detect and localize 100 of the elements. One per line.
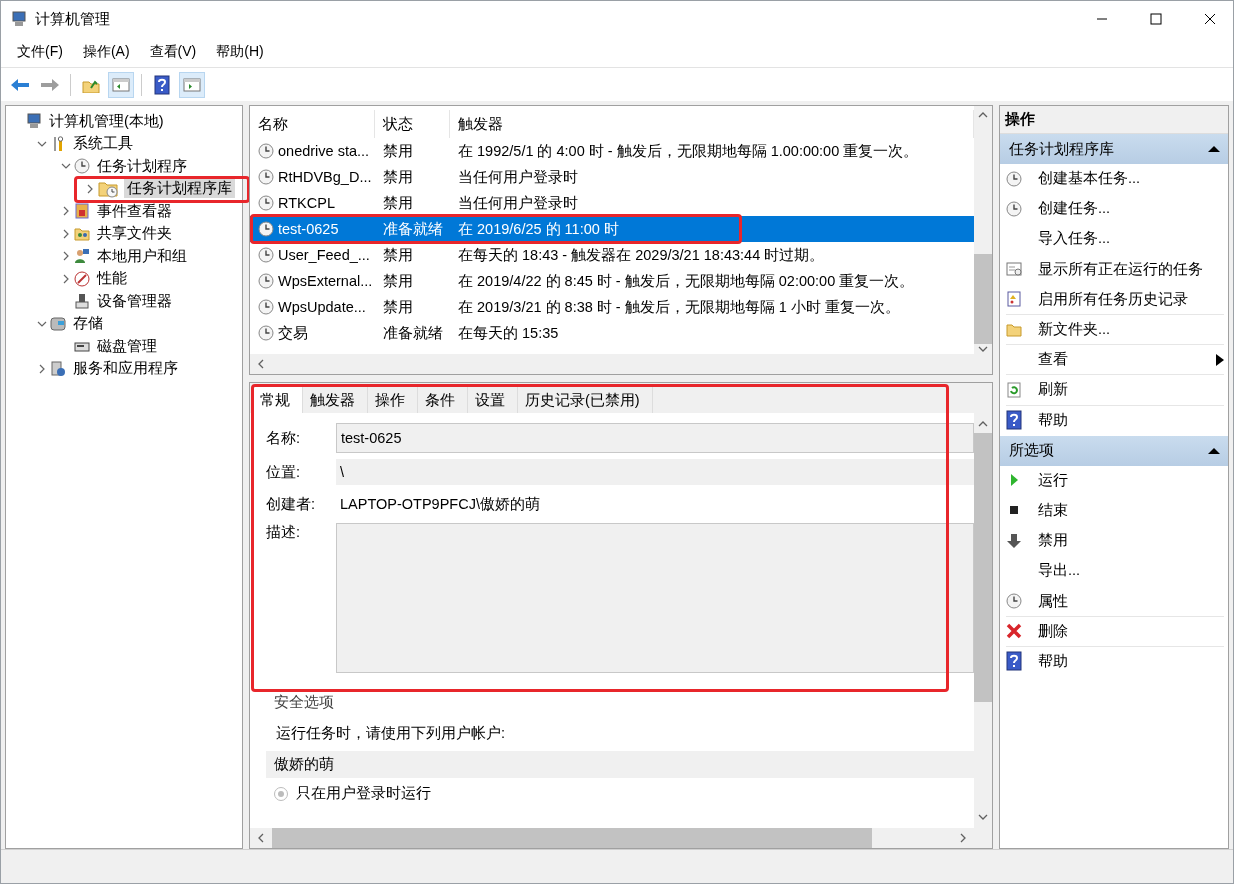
account-value: 傲娇的萌 [266, 751, 974, 778]
action-link[interactable]: 查看 [1038, 350, 1216, 370]
table-row[interactable]: RTKCPL 禁用 当任何用户登录时 [250, 190, 974, 216]
action-link[interactable]: 创建基本任务... [1038, 169, 1224, 189]
action-link[interactable]: 刷新 [1038, 380, 1224, 400]
field-label: 创建者: [266, 494, 317, 514]
close-icon [1204, 13, 1216, 25]
table-cell-text: 禁用 [382, 141, 414, 161]
tree-item[interactable]: 任务计划程序 [94, 156, 190, 176]
tree-item[interactable]: 服务和应用程序 [70, 359, 181, 379]
table-row[interactable]: WpsUpdate... 禁用 在 2019/3/21 的 8:38 时 - 触发后，无限期地每隔 1 小时 重复一次。 [250, 294, 974, 320]
field-label: 名称: [266, 428, 302, 448]
table-cell-text: 当任何用户登录时 [457, 167, 579, 187]
caret-icon[interactable] [1208, 145, 1220, 153]
action-link[interactable]: 导入任务... [1038, 229, 1224, 249]
section-header[interactable]: 所选项 [1000, 435, 1228, 466]
action-link[interactable]: 属性 [1038, 591, 1224, 611]
table-row[interactable]: WpsExternal... 禁用 在 2019/4/22 的 8:45 时 - 触发后，无限期地每隔 02:00:00 重复一次。 [250, 268, 974, 294]
tree-item[interactable]: 本地用户和组 [94, 246, 190, 266]
table-cell: RTKCPL [278, 195, 335, 211]
table-row[interactable]: test-0625 准备就绪 在 2019/6/25 的 11:00 时 [250, 216, 974, 242]
menu-item[interactable]: 操作(A) [72, 43, 140, 61]
submenu-arrow-icon[interactable] [1216, 353, 1224, 366]
table-row[interactable]: onedrive sta... 禁用 在 1992/5/1 的 4:00 时 - 触发后，无限期地每隔 1.00:00:00 重复一次。 [250, 138, 974, 164]
caret-icon[interactable] [1208, 446, 1220, 455]
tree-item[interactable]: 任务计划程序库 [124, 179, 235, 199]
column-header[interactable]: 状态 [375, 110, 450, 138]
table-row[interactable]: RtHDVBg_D... 禁用 当任何用户登录时 [250, 164, 974, 190]
action-link[interactable]: 禁用 [1038, 531, 1224, 551]
maximize-icon [1150, 13, 1162, 25]
tree-item[interactable]: 磁盘管理 [94, 336, 160, 356]
table-cell-text: 在每天的 18:43 - 触发器在 2029/3/21 18:43:44 时过期。 [457, 245, 826, 265]
field-label: 描述: [266, 523, 302, 542]
device-icon [74, 293, 90, 310]
table-cell: WpsUpdate... [278, 299, 366, 315]
tab[interactable]: 常规 [253, 387, 303, 413]
action-link[interactable]: 创建任务... [1038, 199, 1224, 219]
down-arrow-icon [1006, 532, 1022, 549]
chevron-icon[interactable] [61, 206, 71, 217]
section-header[interactable]: 任务计划程序库 [1000, 134, 1228, 164]
vertical-scrollbar[interactable] [974, 106, 992, 354]
scroll-left-icon[interactable] [256, 359, 266, 369]
menu-item[interactable]: 文件(F) [7, 43, 73, 61]
action-link[interactable]: 显示所有正在运行的任务 [1038, 259, 1224, 279]
scroll-up-icon[interactable] [978, 110, 988, 120]
tree-item[interactable]: 设备管理器 [94, 291, 175, 311]
tree-item[interactable]: 性能 [94, 269, 130, 289]
pane-icon [183, 76, 201, 93]
clock-icon [258, 143, 274, 159]
tree-item[interactable]: 存储 [70, 314, 106, 334]
refresh-icon [1006, 381, 1022, 398]
help-icon [154, 74, 170, 95]
name-field[interactable]: test-0625 [336, 423, 974, 453]
tree-item[interactable]: 系统工具 [70, 134, 136, 154]
clock-icon [258, 299, 274, 315]
forward-arrow-icon [40, 76, 60, 93]
action-link[interactable]: 导出... [1038, 561, 1224, 581]
table-cell-text: 禁用 [382, 193, 414, 213]
chevron-icon[interactable] [61, 273, 71, 284]
clock-icon [1006, 200, 1022, 217]
tree-item[interactable]: 计算机管理(本地) [46, 111, 167, 131]
action-link[interactable]: 结束 [1038, 500, 1224, 520]
field-label: 位置: [266, 462, 302, 482]
column-header[interactable]: 名称 [250, 110, 375, 138]
scroll-left-icon[interactable] [256, 833, 266, 843]
scroll-down-icon[interactable] [978, 344, 988, 354]
action-link[interactable]: 新文件夹... [1038, 320, 1224, 340]
chevron-icon[interactable] [61, 251, 71, 262]
scroll-up-icon[interactable] [978, 419, 988, 429]
table-cell-text: 禁用 [382, 297, 414, 317]
action-link[interactable]: 删除 [1038, 621, 1224, 641]
table-cell-text: 在 2019/3/21 的 8:38 时 - 触发后，无限期地每隔 1 小时 重复一次。 [457, 297, 901, 317]
chevron-icon[interactable] [61, 228, 71, 239]
action-link[interactable]: 运行 [1038, 470, 1224, 490]
menu-item[interactable]: 帮助(H) [206, 43, 274, 61]
chevron-icon[interactable] [37, 363, 47, 374]
pane-icon [112, 76, 130, 93]
scroll-down-icon[interactable] [978, 812, 988, 822]
horizontal-scrollbar[interactable] [250, 354, 992, 374]
table-cell: User_Feed_... [278, 247, 370, 263]
action-link[interactable]: 启用所有任务历史记录 [1038, 289, 1224, 309]
horizontal-scrollbar[interactable] [250, 828, 992, 848]
table-cell-text: 当任何用户登录时 [457, 193, 579, 213]
table-cell-text: 禁用 [382, 167, 414, 187]
table-cell-text: 禁用 [382, 245, 414, 265]
scroll-right-icon[interactable] [958, 833, 968, 843]
action-link[interactable]: 帮助 [1038, 651, 1224, 671]
table-row[interactable]: User_Feed_... 禁用 在每天的 18:43 - 触发器在 2029/3/21 18:43:44 时过期。 [250, 242, 974, 268]
folder-clock-icon [98, 179, 120, 198]
tree-item[interactable]: 共享文件夹 [94, 224, 175, 244]
log-icon [74, 203, 90, 220]
description-field[interactable] [336, 523, 974, 673]
table-cell-text: 在 2019/4/22 的 8:45 时 - 触发后，无限期地每隔 02:00:00 重复一次。 [457, 271, 916, 291]
table-row[interactable]: 交易 准备就绪 在每天的 15:35 [250, 320, 974, 346]
back-arrow-icon [10, 76, 30, 93]
chevron-icon[interactable] [85, 183, 95, 194]
tree-item[interactable]: 事件查看器 [94, 201, 175, 221]
computer-icon [11, 11, 27, 27]
menu-item[interactable]: 查看(V) [139, 43, 207, 61]
action-link[interactable]: 帮助 [1038, 410, 1224, 430]
